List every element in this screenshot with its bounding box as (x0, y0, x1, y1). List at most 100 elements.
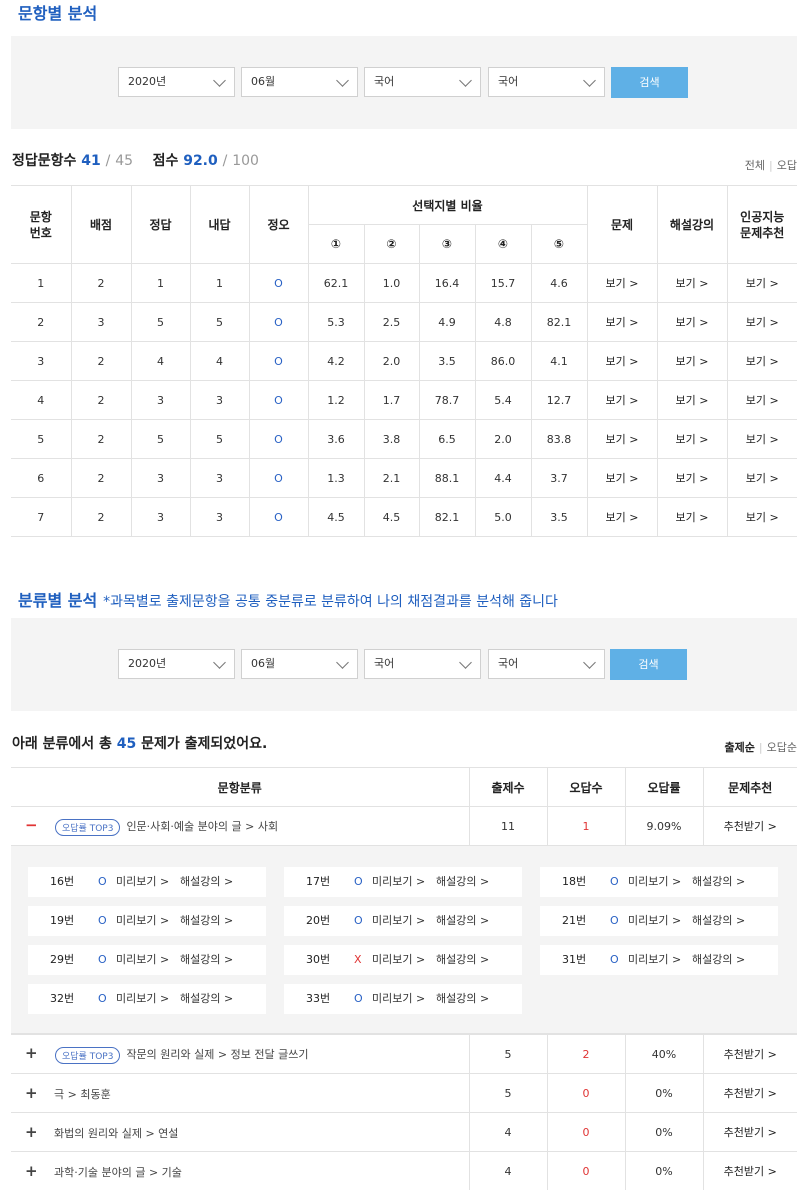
preview-link[interactable]: 미리보기 > (372, 984, 425, 1014)
filter-bar-2: 2020년 06월 국어 국어 검색 (11, 618, 797, 711)
wrong-count: 1 (547, 806, 626, 846)
view-problem-link[interactable]: 보기 > (586, 380, 658, 420)
preview-link[interactable]: 미리보기 > (372, 906, 425, 936)
preview-link[interactable]: 미리보기 > (372, 867, 425, 897)
points: 2 (70, 263, 132, 303)
sort-links: 출제순 | 오답순 (724, 741, 797, 754)
view-lecture-link[interactable]: 보기 > (656, 380, 728, 420)
lecture-link[interactable]: 해설강의 > (180, 945, 233, 975)
category-label: 화법의 원리와 실제 > 연설 (54, 1127, 179, 1140)
expand-icon[interactable]: + (25, 1044, 47, 1062)
preview-link[interactable]: 미리보기 > (628, 945, 681, 975)
lecture-link[interactable]: 해설강의 > (692, 945, 745, 975)
view-ai-link[interactable]: 보기 > (726, 458, 798, 498)
recommend-link[interactable]: 추천받기 > (703, 806, 797, 846)
view-ai-link[interactable]: 보기 > (726, 263, 798, 303)
choice-3: ③ (418, 224, 476, 264)
category-row: − 오답률 TOP3 인문·사회·예술 분야의 글 > 사회 11 1 9.09% 추천받기… (11, 806, 797, 846)
view-ai-link[interactable]: 보기 > (726, 302, 798, 342)
sort-by-wrong-link[interactable]: 오답순 (767, 741, 797, 754)
recommend-link[interactable]: 추천받기 > (703, 1112, 797, 1152)
view-problem-link[interactable]: 보기 > (586, 263, 658, 303)
view-problem-link[interactable]: 보기 > (586, 302, 658, 342)
question-no: 5 (11, 419, 72, 459)
question-count: 11 (469, 806, 548, 846)
choice-ratio: 86.0 (474, 341, 532, 381)
lecture-link[interactable]: 해설강의 > (692, 906, 745, 936)
month-select[interactable]: 06월 (241, 649, 358, 679)
subject-select[interactable]: 국어 (364, 67, 481, 97)
choice-ratio: 12.7 (530, 380, 588, 420)
view-wrong-link[interactable]: 오답 (777, 159, 797, 172)
search-button[interactable]: 검색 (610, 649, 687, 680)
view-ai-link[interactable]: 보기 > (726, 341, 798, 381)
search-button[interactable]: 검색 (611, 67, 688, 98)
lecture-link[interactable]: 해설강의 > (436, 945, 489, 975)
preview-link[interactable]: 미리보기 > (116, 867, 169, 897)
view-lecture-link[interactable]: 보기 > (656, 302, 728, 342)
chevron-down-icon (213, 656, 226, 669)
subject-select[interactable]: 국어 (364, 649, 481, 679)
my-answer: 1 (189, 263, 250, 303)
question-item: 16번 O 미리보기 > 해설강의 > (28, 867, 266, 897)
category-cell: + 화법의 원리와 실제 > 연설 (11, 1112, 470, 1152)
view-ai-link[interactable]: 보기 > (726, 380, 798, 420)
view-lecture-link[interactable]: 보기 > (656, 419, 728, 459)
preview-link[interactable]: 미리보기 > (372, 945, 425, 975)
view-all-link[interactable]: 전체 (745, 159, 765, 172)
choice-4: ④ (474, 224, 532, 264)
view-problem-link[interactable]: 보기 > (586, 458, 658, 498)
view-problem-link[interactable]: 보기 > (586, 419, 658, 459)
preview-link[interactable]: 미리보기 > (116, 906, 169, 936)
chevron-down-icon (583, 74, 596, 87)
view-lecture-link[interactable]: 보기 > (656, 497, 728, 537)
preview-link[interactable]: 미리보기 > (116, 945, 169, 975)
lecture-link[interactable]: 해설강의 > (436, 906, 489, 936)
view-ai-link[interactable]: 보기 > (726, 419, 798, 459)
ox-mark: O (248, 497, 309, 537)
choice-2: ② (363, 224, 420, 264)
expand-icon[interactable]: + (25, 1123, 47, 1141)
ox-mark: O (354, 914, 363, 927)
lecture-link[interactable]: 해설강의 > (692, 867, 745, 897)
year-select[interactable]: 2020년 (118, 67, 235, 97)
lecture-link[interactable]: 해설강의 > (436, 867, 489, 897)
year-select[interactable]: 2020년 (118, 649, 235, 679)
points: 2 (70, 380, 132, 420)
lecture-link[interactable]: 해설강의 > (436, 984, 489, 1014)
choice-ratio: 3.7 (530, 458, 588, 498)
lecture-link[interactable]: 해설강의 > (180, 984, 233, 1014)
recommend-link[interactable]: 추천받기 > (703, 1034, 797, 1074)
sub-subject-select[interactable]: 국어 (488, 67, 605, 97)
view-lecture-link[interactable]: 보기 > (656, 341, 728, 381)
view-ai-link[interactable]: 보기 > (726, 497, 798, 537)
item-analysis-table: 문항 번호 배점 정답 내답 정오 선택지별 비율 문제 해설강의 인공지능 문… (11, 185, 798, 537)
sub-subject-select[interactable]: 국어 (488, 649, 605, 679)
col-rate: 오답률 (625, 767, 704, 807)
question-item: 33번 O 미리보기 > 해설강의 > (284, 984, 522, 1014)
category-row: + 과학·기술 분야의 글 > 기술 4 0 0% 추천받기 > (11, 1151, 797, 1190)
view-problem-link[interactable]: 보기 > (586, 341, 658, 381)
recommend-link[interactable]: 추천받기 > (703, 1151, 797, 1190)
view-lecture-link[interactable]: 보기 > (656, 458, 728, 498)
preview-link[interactable]: 미리보기 > (116, 984, 169, 1014)
preview-link[interactable]: 미리보기 > (628, 867, 681, 897)
col-ai: 인공지능 문제추천 (726, 185, 798, 264)
correct-answer: 3 (130, 380, 191, 420)
collapse-icon[interactable]: − (25, 816, 47, 834)
ox-mark: O (248, 419, 309, 459)
col-ox: 정오 (248, 185, 309, 264)
sort-by-count-link[interactable]: 출제순 (725, 741, 755, 754)
month-select[interactable]: 06월 (241, 67, 358, 97)
view-lecture-link[interactable]: 보기 > (656, 263, 728, 303)
recommend-link[interactable]: 추천받기 > (703, 1073, 797, 1113)
preview-link[interactable]: 미리보기 > (628, 906, 681, 936)
question-item: 21번 O 미리보기 > 해설강의 > (540, 906, 778, 936)
question-item: 19번 O 미리보기 > 해설강의 > (28, 906, 266, 936)
view-problem-link[interactable]: 보기 > (586, 497, 658, 537)
expand-icon[interactable]: + (25, 1162, 47, 1180)
choice-ratio: 2.5 (363, 302, 420, 342)
expand-icon[interactable]: + (25, 1084, 47, 1102)
lecture-link[interactable]: 해설강의 > (180, 867, 233, 897)
lecture-link[interactable]: 해설강의 > (180, 906, 233, 936)
